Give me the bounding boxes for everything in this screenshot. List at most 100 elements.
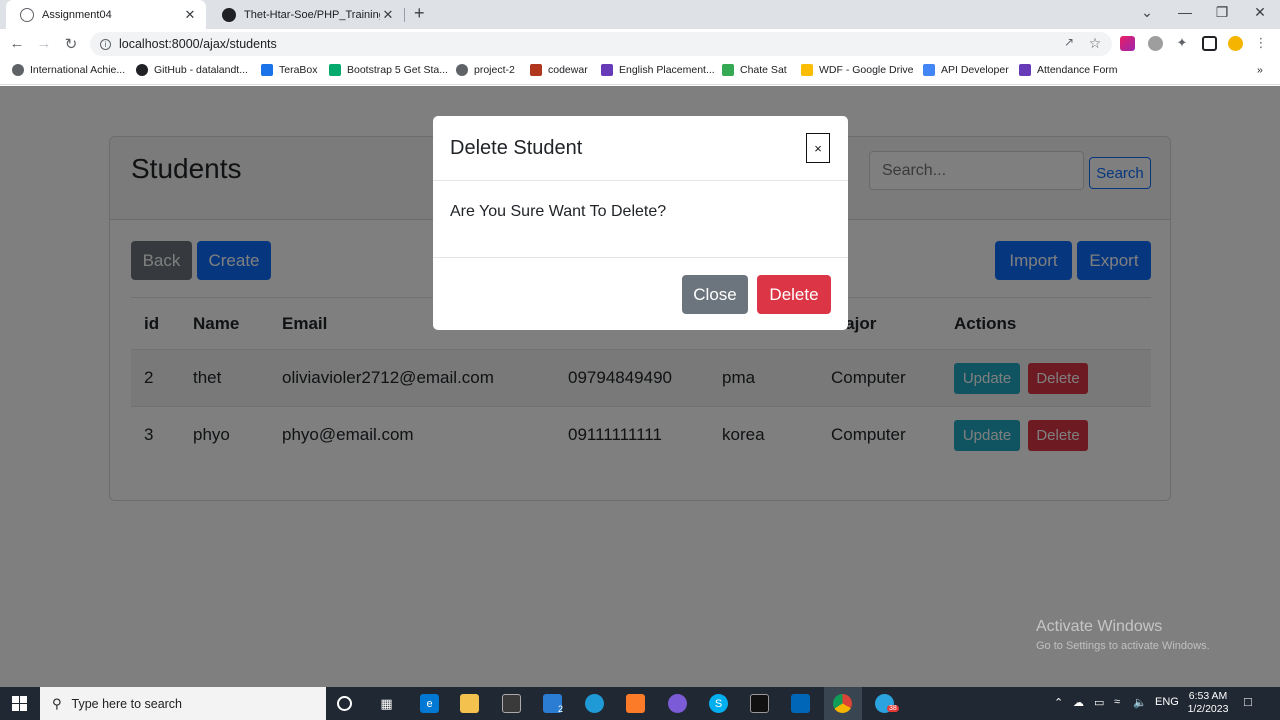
menu-dots-icon[interactable]: ⋮ (1252, 35, 1270, 51)
bookmark-label: Attendance Form (1037, 64, 1118, 76)
url-text: localhost:8000/ajax/students (119, 37, 277, 51)
bookmark-label: Chate Sat (740, 64, 787, 76)
bookmark-label: API Developer (941, 64, 1009, 76)
bookmark-attendance-form[interactable]: Attendance Form (1019, 64, 1118, 76)
form-icon (1019, 64, 1031, 76)
activate-windows-subtext: Go to Settings to activate Windows. (1036, 640, 1210, 652)
address-bar[interactable]: i localhost:8000/ajax/students (90, 32, 1112, 56)
globe-icon (12, 64, 24, 76)
bookmark-label: WDF - Google Drive (819, 64, 914, 76)
volume-icon[interactable]: 🔈 (1133, 696, 1147, 709)
bookmark-wdf-drive[interactable]: WDF - Google Drive (801, 64, 914, 76)
close-tab-icon[interactable]: ✕ (380, 7, 396, 23)
modal-delete-button[interactable]: Delete (757, 275, 831, 314)
bookmark-bootstrap[interactable]: Bootstrap 5 Get Sta... (329, 64, 448, 76)
delete-student-modal: Delete Student × Are You Sure Want To De… (433, 116, 848, 330)
bookmark-label: GitHub - datalandt... (154, 64, 248, 76)
minimize-button[interactable]: — (1175, 4, 1195, 20)
edge-icon[interactable] (585, 694, 604, 713)
search-icon: ⚲ (52, 695, 62, 711)
notification-icon[interactable]: □ (1244, 694, 1252, 709)
w3-icon (329, 64, 341, 76)
wifi-icon[interactable]: ≈ (1114, 696, 1120, 708)
edge-legacy-icon[interactable]: e (420, 694, 439, 713)
skype-icon[interactable]: S (709, 694, 728, 713)
modal-title: Delete Student (450, 137, 583, 159)
task-view-icon[interactable]: ▦ (377, 694, 396, 713)
close-tab-icon[interactable]: ✕ (182, 7, 198, 23)
terminal-icon[interactable] (750, 694, 769, 713)
site-info-icon[interactable]: i (100, 38, 111, 50)
taskbar-clock[interactable]: 6:53 AM 1/2/2023 (1180, 690, 1236, 716)
telegram-badge: 38 (887, 705, 899, 712)
modal-footer: Close Delete (433, 257, 848, 330)
bookmarks-more-button[interactable]: » (1257, 64, 1263, 76)
browser-toolbar: ← → ↻ i localhost:8000/ajax/students ↗ ☆… (0, 29, 1280, 59)
bookmark-chate-sat[interactable]: Chate Sat (722, 64, 787, 76)
xampp-icon[interactable] (626, 694, 645, 713)
tab-assignment04[interactable]: Assignment04 ✕ (6, 0, 206, 29)
puzzle-icon[interactable]: ✦ (1173, 35, 1191, 51)
modal-close-icon[interactable]: × (806, 133, 830, 163)
windows-taskbar: ⚲ Type here to search ▦ e 2 S 38 ⌃ ☁ ▭ ≈… (0, 687, 1280, 720)
forward-arrow-icon[interactable]: → (35, 35, 53, 52)
cortana-icon[interactable] (337, 696, 352, 711)
windows-start-icon[interactable] (12, 696, 28, 712)
chat-icon (722, 64, 734, 76)
bookmark-star-icon[interactable]: ☆ (1086, 35, 1104, 52)
bookmark-international[interactable]: International Achie... (12, 64, 125, 76)
modal-close-button[interactable]: Close (682, 275, 748, 314)
discord-icon[interactable] (668, 694, 687, 713)
cloud-icon (923, 64, 935, 76)
clock-time: 6:53 AM (1188, 690, 1228, 702)
github-icon (222, 7, 236, 22)
vscode-icon[interactable] (791, 694, 810, 713)
bookmark-label: English Placement... (619, 64, 715, 76)
side-panel-icon[interactable] (1202, 36, 1217, 51)
new-tab-button[interactable]: + (414, 3, 425, 24)
share-icon[interactable]: ↗ (1060, 35, 1078, 49)
maximize-button[interactable]: ❐ (1212, 4, 1232, 21)
drive-icon (801, 64, 813, 76)
tab-title: Assignment04 (42, 8, 112, 21)
bookmark-api-developer[interactable]: API Developer (923, 64, 1009, 76)
form-icon (601, 64, 613, 76)
tray-expand-icon[interactable]: ⌃ (1054, 696, 1063, 709)
tab-separator (404, 8, 405, 22)
language-indicator[interactable]: ENG (1155, 696, 1179, 708)
mail-badge: 2 (558, 704, 564, 714)
codewars-icon (530, 64, 542, 76)
bookmark-english-placement[interactable]: English Placement... (601, 64, 715, 76)
modal-header: Delete Student × (433, 116, 848, 181)
window-close-button[interactable]: ✕ (1250, 4, 1270, 21)
tab-title: Thet-Htar-Soe/PHP_Training (244, 8, 380, 21)
tab-github[interactable]: Thet-Htar-Soe/PHP_Training ✕ (208, 0, 404, 29)
activate-windows-watermark: Activate Windows (1036, 618, 1163, 635)
file-explorer-icon[interactable] (460, 694, 479, 713)
chrome-icon[interactable] (833, 694, 852, 713)
bookmark-label: project-2 (474, 64, 515, 76)
browser-tabstrip: Assignment04 ✕ Thet-Htar-Soe/PHP_Trainin… (0, 0, 1280, 29)
bookmark-label: Bootstrap 5 Get Sta... (347, 64, 448, 76)
globe-icon (456, 64, 468, 76)
bookmark-terabox[interactable]: TeraBox (261, 64, 318, 76)
terabox-icon (261, 64, 273, 76)
extension-icon[interactable] (1148, 36, 1163, 51)
bookmark-label: TeraBox (279, 64, 318, 76)
reload-icon[interactable]: ↻ (62, 35, 80, 53)
bookmark-codewar[interactable]: codewar (530, 64, 588, 76)
bookmark-github[interactable]: GitHub - datalandt... (136, 64, 248, 76)
avatar[interactable] (1228, 36, 1243, 51)
github-icon (136, 64, 148, 76)
battery-icon[interactable]: ▭ (1094, 696, 1104, 709)
back-arrow-icon[interactable]: ← (8, 35, 26, 52)
bookmark-label: International Achie... (30, 64, 126, 76)
store-icon[interactable] (502, 694, 521, 713)
bookmark-label: codewar (548, 64, 588, 76)
onedrive-icon[interactable]: ☁ (1073, 696, 1084, 709)
extension-icon[interactable] (1120, 36, 1135, 51)
tab-search-dropdown-icon[interactable]: ⌄ (1137, 4, 1157, 21)
bookmark-project-2[interactable]: project-2 (456, 64, 515, 76)
taskbar-search-placeholder: Type here to search (71, 696, 183, 711)
taskbar-search-box[interactable]: ⚲ Type here to search (40, 687, 326, 720)
